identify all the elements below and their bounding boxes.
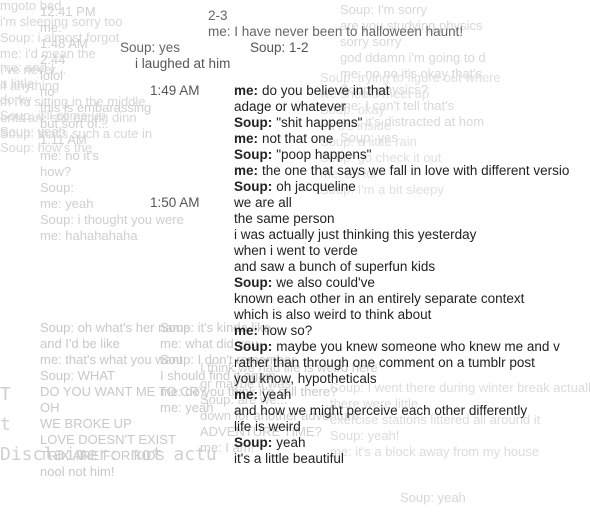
message-text: "poop happens" [276,147,372,162]
chat-message: me: not that one [150,131,569,147]
message-text: it's a little beautiful [234,451,344,466]
chat-message: Soup: oh jacqueline [150,179,569,195]
message-text: when i went to verde [234,243,358,258]
message-speaker: Soup: [234,339,273,354]
message-text: not that one [262,131,334,146]
message-text: do you believe in that [262,83,390,98]
chat-message: i was actually just thinking this yester… [150,227,569,243]
chat-message: 1:50 AM we are all [150,195,569,211]
message-text: life is weird [234,419,301,434]
background-chat-line: Soup: yeah [400,490,466,505]
overlay-line: 2-3 [208,8,228,23]
message-text: how so? [262,323,313,338]
chat-message: Soup: "shit happens" [150,115,569,131]
message-timestamp: 1:50 AM [150,195,200,210]
message-text: adage or whatever [234,99,346,114]
chat-message: me: how so? [150,323,569,339]
chat-message: Soup: maybe you knew someone who knew me … [150,339,569,355]
message-speaker: Soup: [234,179,273,194]
background-chat-line: Soup: how's the [0,140,93,155]
message-text: the same person [234,211,335,226]
chat-message: Soup: yeah [150,435,569,451]
message-text: and saw a bunch of superfun kids [234,259,436,274]
message-speaker: Soup: [234,275,273,290]
background-chat-line: Soup: I'm sorry [340,2,428,17]
overlay-line: i laughed at him [135,56,231,71]
message-timestamp: 1:49 AM [150,83,200,98]
chat-message: 1:49 AM me: do you believe in that [150,83,569,99]
message-text: i was actually just thinking this yester… [234,227,477,242]
chat-message: the same person [150,211,569,227]
message-speaker: me: [234,131,259,146]
chat-message: which is also weird to think about [150,307,569,323]
message-text: yeah [276,435,306,450]
overlay-line: me: I have never been to halloween haunt… [208,24,464,39]
chat-message: and how we might perceive each other dif… [150,403,569,419]
message-text: the one that says we fall in love with d… [262,163,570,178]
background-chat-layer: Soup: yeah [400,490,466,506]
message-text: yeah [262,387,292,402]
overlay-line: Soup: yes [120,40,181,55]
message-text: we are all [234,195,292,210]
message-speaker: me: [234,323,259,338]
chat-message: known each other in an entirely separate… [150,291,569,307]
background-chat-line: me: [40,20,62,35]
message-text: "shit happens" [276,115,363,130]
message-text: you know, hypotheticals [234,371,377,386]
background-chat-line: me: and I [0,60,55,75]
chat-message: you know, hypotheticals [150,371,569,387]
message-text: known each other in an entirely separate… [234,291,525,306]
chat-message: me: the one that says we fall in love wit… [150,163,569,179]
message-text: maybe you knew someone who knew me and v [276,339,560,354]
chat-message: and saw a bunch of superfun kids [150,259,569,275]
message-speaker: Soup: [234,115,273,130]
chat-message: Soup: we also could've [150,275,569,291]
background-chat-line: 12:41 PM [40,4,96,19]
background-chat-line: god ddamn i'm going to d [340,50,486,65]
background-chat-line: a little [0,76,34,91]
message-text: and how we might perceive each other dif… [234,403,528,418]
background-chat-layer: me: and Ia little dorky Soup: it'll come u… [0,60,106,156]
message-text: rather than through one comment on a tum… [234,355,535,370]
message-text: which is also weird to think about [234,307,432,322]
chat-message: adage or whatever [150,99,569,115]
chat-message: life is weird [150,419,569,435]
message-speaker: me: [234,83,259,98]
message-text: we also could've [276,275,375,290]
background-chat-line: Soup: it'll come up [0,108,106,123]
background-chat-line: Soup: yeah [0,124,66,139]
message-speaker: Soup: [234,435,273,450]
chat-message: it's a little beautiful [150,451,569,467]
chat-log-collage: mgoto bed i'm sleeping sorry too Soup: i a… [0,0,590,513]
chat-message: Soup: "poop happens" [150,147,569,163]
message-text: oh jacqueline [276,179,356,194]
message-speaker: me: [234,387,259,402]
chat-message: me: yeah [150,387,569,403]
background-chat-line: dorky [0,92,32,107]
chat-transcript: 1:49 AM me: do you believe in that adage or… [150,83,569,467]
message-speaker: me: [234,163,259,178]
chat-message: rather than through one comment on a tum… [150,355,569,371]
message-speaker: Soup: [234,147,273,162]
chat-message: when i went to verde [150,243,569,259]
overlay-line: Soup: 1-2 [250,40,309,55]
